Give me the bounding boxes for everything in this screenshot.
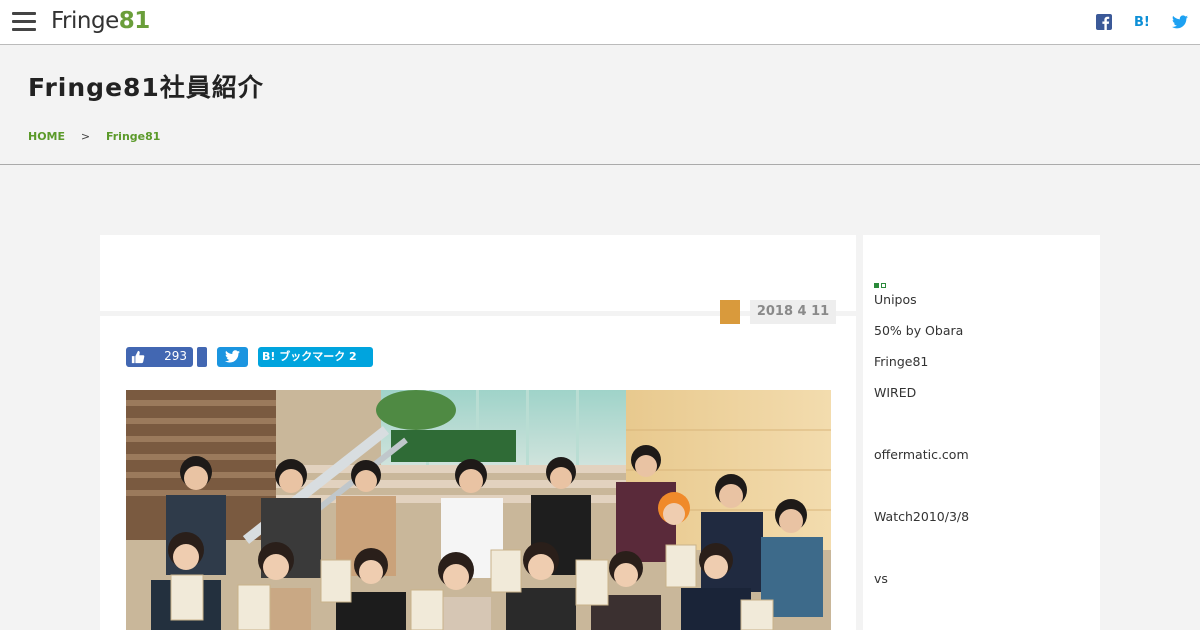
sidebar-heading-marker [874,273,888,292]
site-logo[interactable]: Fringe81 [51,8,150,34]
sidebar-link-3[interactable]: Fringe81 [874,354,928,369]
top-navigation-bar: Fringe81 B! [0,0,1200,45]
sidebar: Unipos 50% by Obara Fringe81 WIRED offer… [863,235,1100,630]
menu-icon[interactable] [12,12,36,32]
sidebar-link-2[interactable]: 50% by Obara [874,323,963,338]
twitter-icon[interactable] [1172,14,1190,32]
facebook-like-button[interactable]: 293 [126,347,193,367]
sidebar-link-1[interactable]: Unipos [874,292,917,307]
like-count: 293 [164,349,187,363]
facebook-icon[interactable] [1096,14,1114,32]
article-header-card [100,235,856,311]
page-title: Fringe81社員紹介 [28,73,264,102]
group-photo-image [126,390,831,630]
breadcrumb: HOME > Fringe81 [28,130,160,143]
hatena-bookmark-button[interactable]: B! ブックマーク 2 [258,347,373,367]
sidebar-link-5[interactable]: offermatic.com [874,447,969,462]
twitter-icon [225,350,240,363]
sidebar-link-4[interactable]: WIRED [874,385,916,400]
breadcrumb-separator: > [80,130,91,143]
tweet-button[interactable] [217,347,248,367]
category-badge[interactable] [720,300,740,324]
like-count-bubble [197,347,207,367]
sidebar-link-6[interactable]: Watch2010/3/8 [874,509,969,524]
sidebar-link-7[interactable]: vs [874,571,888,586]
breadcrumb-home-link[interactable]: HOME [28,130,65,143]
hatena-bookmark-icon[interactable]: B! [1134,14,1152,32]
article-hero-photo [126,390,831,630]
header-divider [0,164,1200,165]
article-date: 2018 4 11 [750,300,836,324]
thumbs-up-icon [131,350,145,364]
breadcrumb-current-link[interactable]: Fringe81 [106,130,160,143]
